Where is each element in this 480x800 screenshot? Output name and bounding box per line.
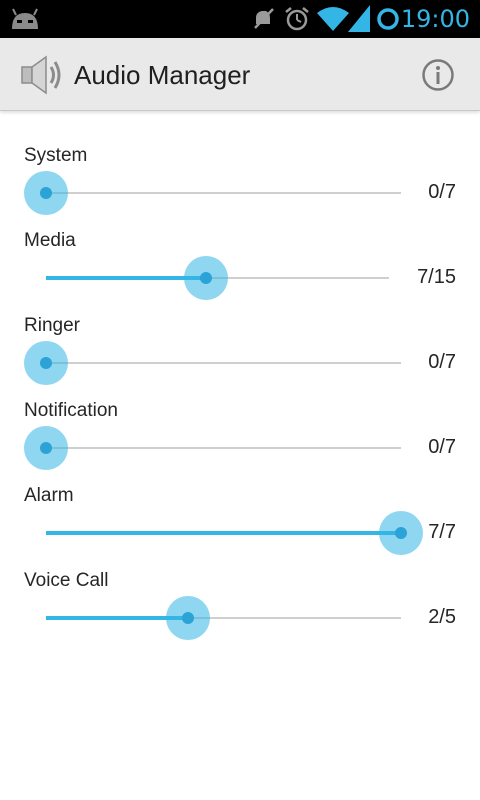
seekbar-track[interactable] <box>46 362 401 364</box>
app-title: Audio Manager <box>74 60 251 90</box>
volume-label: Media <box>24 230 76 251</box>
seekbar-track[interactable] <box>46 192 401 194</box>
mute-icon <box>254 8 274 29</box>
seekbar-thumb-center <box>40 357 52 369</box>
volume-value: 7/7 <box>428 521 456 543</box>
volume-value: 0/7 <box>428 351 456 373</box>
volume-label: System <box>24 145 88 166</box>
speaker-icon <box>21 55 61 95</box>
volume-value: 0/7 <box>428 436 456 458</box>
action-bar: Audio Manager <box>0 38 480 111</box>
clock: 19:00 <box>400 5 470 33</box>
volume-label: Notification <box>24 400 118 421</box>
wifi-icon <box>317 7 349 31</box>
seekbar-thumb-center <box>200 272 213 284</box>
seekbar-thumb-center <box>182 612 194 624</box>
seekbar-progress <box>46 276 207 280</box>
sync-ring-icon <box>377 8 399 30</box>
info-icon[interactable] <box>421 58 455 92</box>
alarm-icon <box>285 7 309 31</box>
seekbar-thumb-center <box>40 187 52 199</box>
status-bar: 19:00 <box>0 0 480 38</box>
seekbar-progress <box>46 531 401 535</box>
volume-value: 2/5 <box>428 606 456 628</box>
seekbar-thumb-center <box>40 442 52 454</box>
signal-icon <box>348 5 370 32</box>
seekbar-track[interactable] <box>46 447 401 449</box>
volume-value: 7/15 <box>417 266 456 288</box>
volume-label: Ringer <box>24 315 80 336</box>
android-icon <box>12 8 38 29</box>
volume-label: Voice Call <box>24 570 109 591</box>
volume-value: 0/7 <box>428 181 456 203</box>
volume-label: Alarm <box>24 485 74 506</box>
